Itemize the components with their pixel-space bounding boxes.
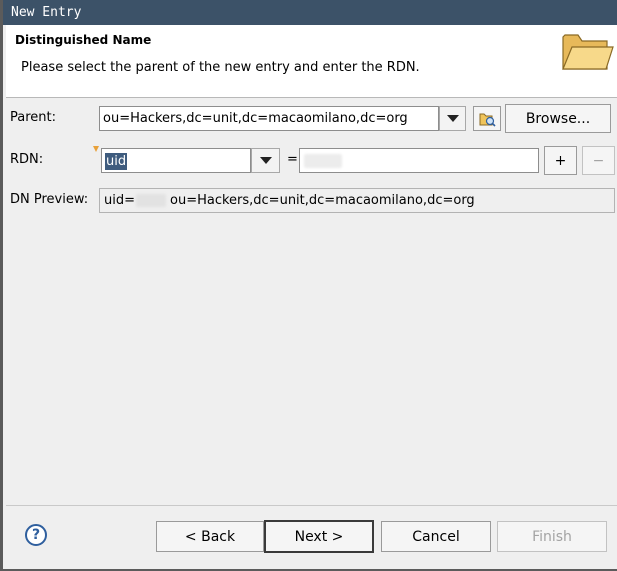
parent-dropdown-button[interactable] (439, 106, 466, 131)
window-title: New Entry (3, 0, 617, 25)
back-button-label: < Back (184, 528, 236, 545)
folder-icon (562, 34, 614, 70)
rdn-label: RDN: (10, 152, 44, 167)
redacted-value (136, 194, 166, 207)
parent-entry-browser-button[interactable] (473, 106, 501, 131)
cancel-button[interactable]: Cancel (381, 521, 491, 552)
parent-combo[interactable]: ou=Hackers,dc=unit,dc=macaomilano,dc=org (99, 106, 439, 131)
dn-preview-label: DN Preview: (10, 192, 89, 207)
back-button[interactable]: < Back (156, 521, 264, 552)
rdn-attribute-dropdown-button[interactable] (251, 148, 280, 173)
parent-label: Parent: (10, 110, 56, 125)
cancel-button-label: Cancel (412, 528, 460, 545)
button-bar-separator (6, 505, 617, 506)
chevron-down-icon (259, 157, 272, 164)
dn-preview-suffix: ou=Hackers,dc=unit,dc=macaomilano,dc=org (170, 193, 475, 208)
finish-button[interactable]: Finish (497, 521, 607, 552)
add-rdn-button[interactable]: + (544, 146, 577, 175)
directory-browse-icon (479, 113, 496, 127)
parent-value: ou=Hackers,dc=unit,dc=macaomilano,dc=org (103, 111, 408, 126)
rdn-equals-sign: = (287, 152, 298, 167)
next-button[interactable]: Next > (264, 520, 374, 553)
page-title: Distinguished Name (15, 33, 152, 47)
rdn-value-input[interactable] (299, 148, 539, 173)
wizard-header: Distinguished Name Please select the par… (6, 25, 617, 98)
finish-button-label: Finish (532, 528, 572, 545)
browse-button[interactable]: Browse... (505, 104, 611, 133)
next-button-label: Next > (294, 528, 344, 545)
redacted-value (304, 154, 342, 168)
dn-preview-prefix: uid= (104, 193, 135, 208)
chevron-down-icon (446, 115, 459, 122)
rdn-attribute-value: uid (105, 153, 128, 170)
dn-preview-field: uid= ou=Hackers,dc=unit,dc=macaomilano,d… (99, 188, 615, 213)
rdn-attribute-combo[interactable]: uid (101, 148, 251, 173)
new-entry-dialog: New Entry Distinguished Name Please sele… (0, 0, 617, 571)
page-description: Please select the parent of the new entr… (21, 60, 420, 75)
remove-rdn-button[interactable]: − (582, 146, 615, 175)
help-icon[interactable]: ? (25, 524, 47, 546)
content-assist-indicator-icon (93, 146, 99, 152)
